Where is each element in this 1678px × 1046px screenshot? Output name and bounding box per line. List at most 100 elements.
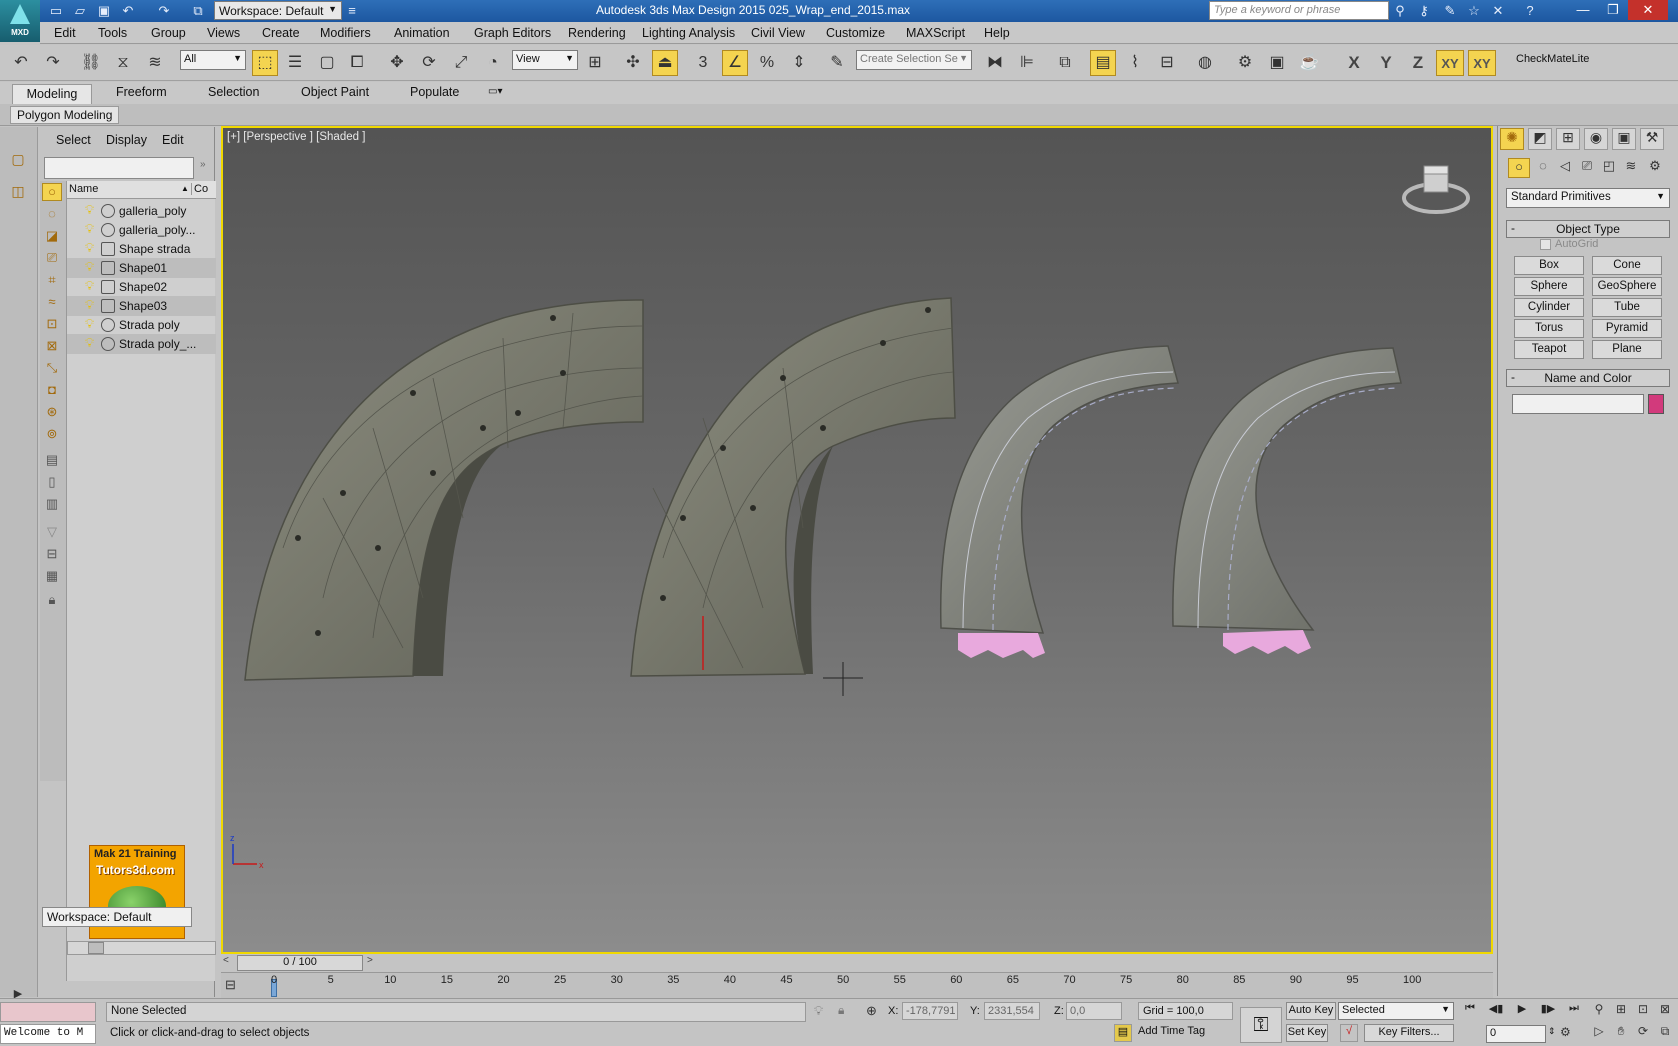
- display-none-icon[interactable]: ▯: [42, 473, 62, 491]
- spacewarps-category-icon[interactable]: ≋: [1620, 158, 1642, 178]
- helpers-category-icon[interactable]: ◰: [1598, 158, 1620, 178]
- display-invert-icon[interactable]: ▥: [42, 495, 62, 513]
- display-geometry-icon[interactable]: ○: [42, 183, 62, 201]
- utilities-tab-icon[interactable]: ⚒: [1640, 128, 1664, 150]
- named-selection-dropdown[interactable]: Create Selection Se ▼: [856, 50, 972, 70]
- isolate-selection-icon[interactable]: 💡︎: [814, 1003, 823, 1019]
- restore-button[interactable]: ❐: [1598, 0, 1628, 20]
- set-key-button[interactable]: Set Key: [1286, 1024, 1328, 1042]
- object-type-rollout[interactable]: - Object Type: [1506, 220, 1670, 238]
- menu-views[interactable]: Views: [207, 26, 240, 40]
- auto-key-button[interactable]: Auto Key: [1286, 1002, 1336, 1020]
- zoom-icon[interactable]: ⚲: [1588, 1002, 1610, 1022]
- modify-tab-icon[interactable]: ◩: [1528, 128, 1552, 150]
- geometry-category-icon[interactable]: ○: [1508, 158, 1530, 178]
- menu-group[interactable]: Group: [151, 26, 186, 40]
- snaps-toggle-icon[interactable]: 3: [690, 50, 716, 76]
- column-color[interactable]: Co: [191, 183, 208, 195]
- geosphere-button[interactable]: GeoSphere: [1592, 277, 1662, 296]
- window-crossing-icon[interactable]: ⧠: [344, 50, 370, 76]
- scrollbar-thumb[interactable]: [88, 942, 104, 954]
- menu-help[interactable]: Help: [984, 26, 1010, 40]
- exchange-x-icon[interactable]: ✕: [1490, 3, 1506, 19]
- light-bulb-icon[interactable]: 💡︎: [85, 278, 94, 294]
- cylinder-button[interactable]: Cylinder: [1514, 298, 1584, 317]
- layer-manager-icon[interactable]: ⧉: [1052, 50, 1078, 76]
- zoom-all-icon[interactable]: ⊞: [1610, 1002, 1632, 1022]
- select-by-name-icon[interactable]: ☰: [282, 50, 308, 76]
- display-hidden-icon[interactable]: ⊚: [42, 425, 62, 443]
- menu-animation[interactable]: Animation: [394, 26, 450, 40]
- quick-access-customize-icon[interactable]: ≡: [344, 3, 360, 19]
- display-bones-icon[interactable]: ⤡: [42, 359, 62, 377]
- app-logo[interactable]: MXD: [0, 0, 40, 42]
- communication-center-icon[interactable]: ✎: [1442, 3, 1458, 19]
- reference-coordinate-dropdown[interactable]: View ▼: [512, 50, 578, 70]
- tab-populate[interactable]: Populate: [410, 85, 459, 99]
- menu-customize[interactable]: Customize: [826, 26, 885, 40]
- menu-graph-editors[interactable]: Graph Editors: [474, 26, 551, 40]
- material-editor-icon[interactable]: ◍: [1192, 50, 1218, 76]
- display-cameras-icon[interactable]: ⎚: [42, 249, 62, 267]
- light-bulb-icon[interactable]: 💡︎: [85, 240, 94, 256]
- display-containers-icon[interactable]: ◘: [42, 381, 62, 399]
- menu-maxscript[interactable]: MAXScript: [906, 26, 965, 40]
- maximize-viewport-icon[interactable]: ⧉: [1654, 1024, 1676, 1044]
- menu-lighting-analysis[interactable]: Lighting Analysis: [642, 26, 735, 40]
- select-and-scale-icon[interactable]: ⤢: [448, 50, 474, 76]
- light-bulb-icon[interactable]: 💡︎: [85, 202, 94, 218]
- open-file-icon[interactable]: ▱: [72, 3, 88, 19]
- display-tab-icon[interactable]: ▣: [1612, 128, 1636, 150]
- column-name[interactable]: Name: [69, 183, 98, 195]
- bind-to-space-warp-icon[interactable]: ≋: [142, 50, 168, 76]
- percent-snap-icon[interactable]: %: [754, 50, 780, 76]
- unused-strip-icon[interactable]: ▢: [6, 151, 30, 171]
- explorer-menu-display[interactable]: Display: [106, 133, 147, 147]
- display-all-icon[interactable]: ▤: [42, 451, 62, 469]
- display-lights-icon[interactable]: ◪: [42, 227, 62, 245]
- tab-freeform[interactable]: Freeform: [116, 85, 167, 99]
- previous-frame-icon[interactable]: ◀▮: [1484, 1002, 1508, 1020]
- restrict-z-button[interactable]: Z: [1404, 50, 1432, 76]
- play-icon[interactable]: ▶: [1510, 1002, 1534, 1020]
- explorer-horizontal-scrollbar[interactable]: [67, 941, 216, 955]
- spinner-snap-icon[interactable]: ⇕: [786, 50, 812, 76]
- save-icon[interactable]: ▣: [96, 3, 112, 19]
- shapes-category-icon[interactable]: ◌: [1532, 158, 1554, 178]
- hierarchy-tab-icon[interactable]: ⊞: [1556, 128, 1580, 150]
- menu-rendering[interactable]: Rendering: [568, 26, 626, 40]
- time-tag-icon[interactable]: ▤: [1114, 1024, 1132, 1042]
- checkmate-lite-button[interactable]: CheckMateLite: [1516, 53, 1589, 65]
- list-item[interactable]: 💡︎ Strada poly_...: [67, 334, 216, 354]
- cone-button[interactable]: Cone: [1592, 256, 1662, 275]
- redo-icon[interactable]: ↷: [40, 50, 66, 76]
- help-icon[interactable]: ?: [1522, 3, 1538, 19]
- name-and-color-rollout[interactable]: - Name and Color: [1506, 369, 1670, 387]
- menu-civil-view[interactable]: Civil View: [751, 26, 805, 40]
- light-bulb-icon[interactable]: 💡︎: [85, 316, 94, 332]
- strada-road-mesh-2[interactable]: [1172, 347, 1402, 654]
- set-keys-icon[interactable]: ⚿: [1240, 1007, 1282, 1043]
- light-bulb-icon[interactable]: 💡︎: [85, 335, 94, 351]
- list-item[interactable]: 💡︎ Strada poly: [67, 315, 216, 335]
- pyramid-button[interactable]: Pyramid: [1592, 319, 1662, 338]
- teapot-button[interactable]: Teapot: [1514, 340, 1584, 359]
- undo-icon[interactable]: ↶: [8, 50, 34, 76]
- menu-tools[interactable]: Tools: [98, 26, 127, 40]
- ribbon-minimize-icon[interactable]: ▭▾: [488, 86, 502, 97]
- pan-view-icon[interactable]: ✋︎: [1610, 1024, 1632, 1044]
- object-color-swatch[interactable]: [1648, 394, 1664, 414]
- tab-object-paint[interactable]: Object Paint: [301, 85, 369, 99]
- render-production-icon[interactable]: ☕: [1296, 50, 1322, 76]
- y-coord-field[interactable]: 2331,554: [984, 1002, 1040, 1020]
- time-configuration-icon[interactable]: ⚙: [1560, 1025, 1571, 1039]
- galleria-tunnel-mesh-2[interactable]: [630, 297, 956, 677]
- list-item[interactable]: 💡︎ Shape01: [67, 258, 216, 278]
- list-item[interactable]: 💡︎ galleria_poly...: [67, 220, 216, 240]
- motion-tab-icon[interactable]: ◉: [1584, 128, 1608, 150]
- go-to-start-icon[interactable]: ⏮: [1458, 1002, 1482, 1020]
- rectangular-selection-icon[interactable]: ▢: [314, 50, 340, 76]
- display-frozen-icon[interactable]: ⊛: [42, 403, 62, 421]
- time-slider-left-arrow-icon[interactable]: <: [223, 955, 229, 966]
- maxscript-mini-listener[interactable]: [0, 1002, 96, 1022]
